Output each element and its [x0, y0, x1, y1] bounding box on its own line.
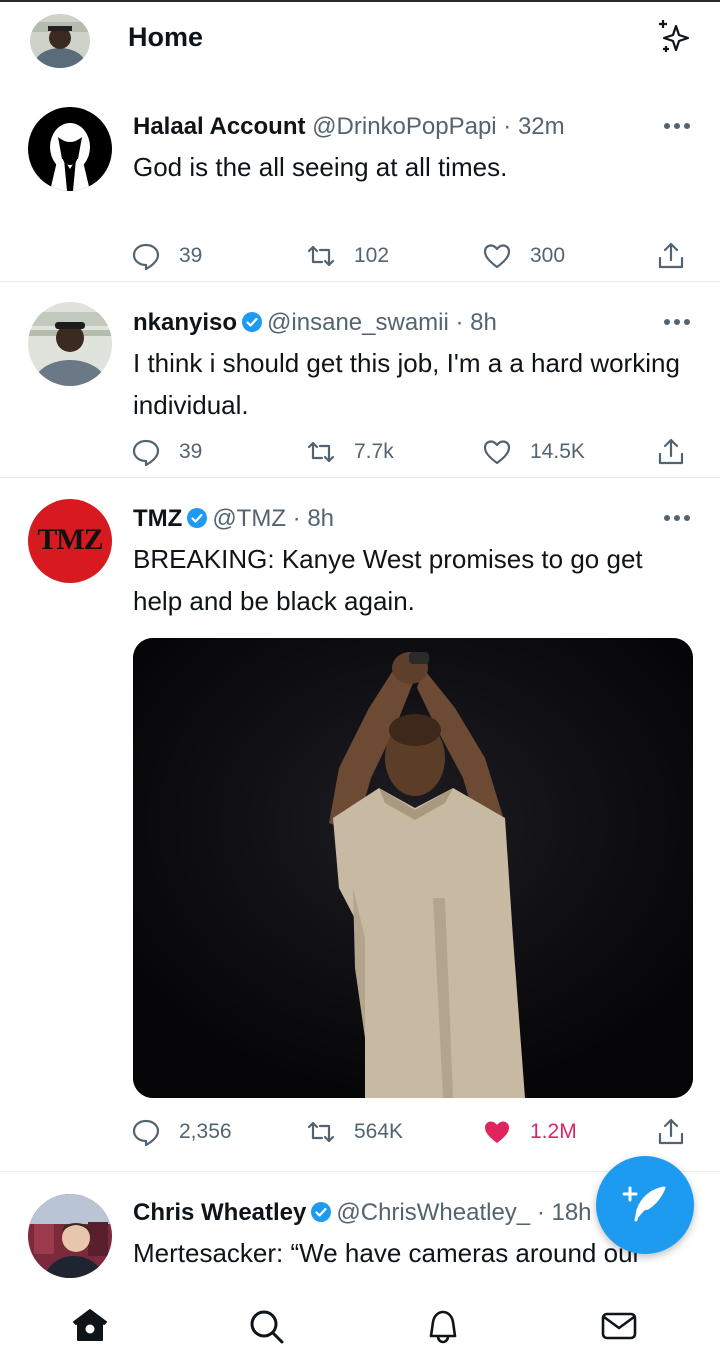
heart-filled-icon — [485, 1121, 509, 1143]
retweet-icon — [307, 245, 335, 267]
tweet-actions: 2,356 564K 1.2M — [0, 1112, 720, 1152]
page-title: Home — [128, 22, 204, 52]
tweet-avatar[interactable] — [28, 1194, 112, 1278]
share-icon — [658, 242, 684, 269]
like-button[interactable]: 1.2M — [482, 1112, 577, 1152]
tweet-header: Halaal Account @DrinkoPopPapi · 32m — [133, 112, 565, 142]
reply-count: 39 — [179, 244, 203, 267]
verified-badge-icon — [242, 312, 263, 332]
author-name[interactable]: TMZ — [133, 505, 182, 532]
verified-badge-icon — [311, 1202, 332, 1222]
tweet-actions: 39 7.7k 14.5K — [0, 432, 720, 472]
tweet-text: I think i should get this job, I'm a a h… — [133, 348, 680, 420]
tweet-time: · 32m — [503, 113, 565, 140]
compose-tweet-button[interactable] — [596, 1156, 694, 1254]
author-handle[interactable]: @DrinkoPopPapi — [312, 113, 496, 140]
tweet-text: God is the all seeing at all times. — [133, 152, 508, 182]
bottom-nav — [0, 1288, 720, 1370]
author-name[interactable]: Halaal Account — [133, 113, 306, 140]
reply-icon — [132, 439, 160, 467]
tweet-time: · 8h — [455, 309, 497, 336]
tweet-text: BREAKING: Kanye West promises to go get … — [133, 544, 643, 616]
share-button[interactable] — [656, 236, 686, 276]
tweet-time: · 18h — [536, 1199, 592, 1226]
tweet[interactable]: TMZ TMZ @TMZ · 8h BREAKING: Kanye West pr… — [0, 478, 720, 1172]
author-handle[interactable]: @TMZ — [212, 505, 286, 532]
tweet[interactable]: nkanyiso @insane_swamii · 8h I think i sh… — [0, 282, 720, 478]
tweet-header: Chris Wheatley @ChrisWheatley_ · 18h — [133, 1198, 592, 1228]
reply-button[interactable]: 39 — [131, 236, 202, 276]
retweet-icon — [307, 441, 335, 463]
reply-button[interactable]: 2,356 — [131, 1112, 232, 1152]
tweet-header: nkanyiso @insane_swamii · 8h — [133, 308, 497, 338]
share-icon — [658, 1118, 684, 1145]
reply-count: 39 — [179, 440, 203, 463]
share-button[interactable] — [656, 1112, 686, 1152]
retweet-count: 102 — [354, 244, 390, 267]
author-handle[interactable]: @ChrisWheatley_ — [336, 1199, 530, 1226]
compose-tweet-icon — [622, 1186, 666, 1222]
more-options-icon[interactable] — [662, 116, 692, 136]
home-icon[interactable] — [70, 1306, 110, 1346]
tweet-header: TMZ @TMZ · 8h — [133, 504, 334, 534]
tweet-avatar[interactable] — [28, 302, 112, 386]
author-name[interactable]: Chris Wheatley — [133, 1199, 306, 1226]
notifications-icon[interactable] — [423, 1306, 463, 1346]
header: Home — [0, 2, 720, 78]
tweet-avatar[interactable]: TMZ — [28, 499, 112, 583]
more-options-icon[interactable] — [662, 312, 692, 332]
tweet-photo[interactable] — [133, 638, 693, 1098]
retweet-button[interactable]: 564K — [306, 1112, 403, 1152]
like-count: 1.2M — [530, 1120, 577, 1143]
tweet-avatar[interactable] — [28, 107, 112, 191]
author-handle[interactable]: @insane_swamii — [267, 309, 449, 336]
reply-icon — [132, 1119, 160, 1147]
like-count: 300 — [530, 244, 566, 267]
retweet-count: 7.7k — [354, 440, 394, 463]
verified-badge-icon — [187, 508, 208, 528]
author-name[interactable]: nkanyiso — [133, 309, 237, 336]
messages-icon[interactable] — [599, 1306, 639, 1346]
heart-icon — [483, 440, 511, 465]
heart-icon — [483, 244, 511, 269]
like-button[interactable]: 14.5K — [482, 432, 585, 472]
tweet-time: · 8h — [292, 505, 335, 532]
retweet-button[interactable]: 7.7k — [306, 432, 394, 472]
retweet-button[interactable]: 102 — [306, 236, 389, 276]
tmz-logo: TMZ — [37, 523, 103, 556]
tweet-actions: 39 102 300 — [0, 236, 720, 276]
like-count: 14.5K — [530, 440, 585, 463]
reply-icon — [132, 243, 160, 271]
reply-count: 2,356 — [179, 1120, 232, 1143]
profile-avatar[interactable] — [30, 14, 90, 68]
retweet-count: 564K — [354, 1120, 404, 1143]
tweet[interactable]: Halaal Account @DrinkoPopPapi · 32m God … — [0, 86, 720, 282]
like-button[interactable]: 300 — [482, 236, 565, 276]
more-options-icon[interactable] — [662, 508, 692, 528]
retweet-icon — [307, 1121, 335, 1143]
reply-button[interactable]: 39 — [131, 432, 202, 472]
share-icon — [658, 438, 684, 465]
share-button[interactable] — [656, 432, 686, 472]
sparkle-icon[interactable] — [654, 16, 694, 56]
search-icon[interactable] — [246, 1306, 286, 1346]
